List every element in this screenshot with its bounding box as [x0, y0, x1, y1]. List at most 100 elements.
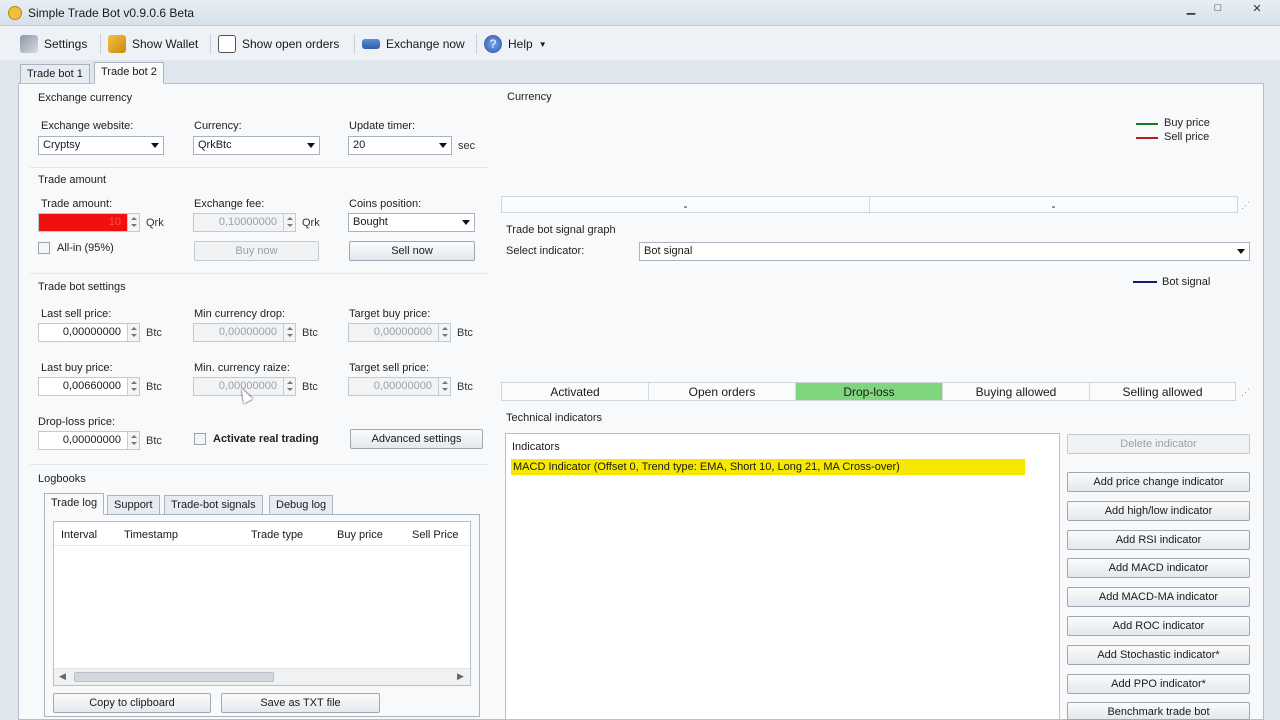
column-interval[interactable]: Interval: [61, 529, 97, 541]
help-button[interactable]: ? Help ▼: [484, 35, 547, 53]
column-trade-type[interactable]: Trade type: [251, 529, 303, 541]
spinner-arrows-icon[interactable]: [283, 214, 295, 231]
toolbar-separator: [210, 34, 211, 54]
tab-trade-bot-signals[interactable]: Trade-bot signals: [164, 495, 263, 515]
maximize-button[interactable]: □: [1205, 2, 1231, 20]
target-sell-price-input[interactable]: 0,00000000: [348, 377, 451, 396]
update-timer-select[interactable]: 20: [348, 136, 452, 155]
chevron-down-icon: [462, 220, 470, 225]
horizontal-scrollbar[interactable]: ◀ ▶: [54, 668, 470, 685]
drop-loss-price-input[interactable]: 0,00000000: [38, 431, 140, 450]
settings-button[interactable]: Settings: [20, 35, 87, 53]
column-buy-price[interactable]: Buy price: [337, 529, 383, 541]
resize-grip-icon[interactable]: ⋰: [1241, 200, 1250, 211]
add-stochastic-indicator-button[interactable]: Add Stochastic indicator*: [1067, 645, 1250, 665]
update-timer-value: 20: [353, 139, 366, 151]
add-ppo-indicator-button[interactable]: Add PPO indicator*: [1067, 674, 1250, 694]
list-item[interactable]: MACD Indicator (Offset 0, Trend type: EM…: [511, 459, 1025, 475]
tab-support[interactable]: Support: [107, 495, 160, 515]
exchange-currency-heading: Exchange currency: [38, 92, 133, 104]
chevron-down-icon: ▼: [538, 39, 547, 49]
tab-trade-log[interactable]: Trade log: [44, 493, 105, 515]
toolbar: Settings Show Wallet Show open orders Ex…: [0, 26, 1280, 60]
unit-btc: Btc: [146, 327, 162, 339]
spinner-arrows-icon[interactable]: [127, 214, 139, 231]
buy-now-button[interactable]: Buy now: [194, 241, 319, 261]
add-price-change-indicator-button[interactable]: Add price change indicator: [1067, 472, 1250, 492]
spinner-arrows-icon[interactable]: [283, 378, 295, 395]
currency-label: Currency:: [194, 120, 242, 132]
tab-trade-bot-2[interactable]: Trade bot 2: [94, 62, 164, 84]
spinner-arrows-icon[interactable]: [127, 324, 139, 341]
min-currency-drop-label: Min currency drop:: [194, 308, 286, 320]
scroll-right-icon[interactable]: ▶: [457, 671, 464, 682]
logbooks-heading: Logbooks: [38, 473, 86, 485]
tab-debug-log[interactable]: Debug log: [269, 495, 334, 515]
exchange-fee-input[interactable]: 0,10000000: [193, 213, 296, 232]
wallet-label: Show Wallet: [132, 37, 199, 51]
spinner-arrows-icon[interactable]: [438, 378, 450, 395]
trade-amount-unit: Qrk: [146, 217, 164, 229]
add-high-low-indicator-button[interactable]: Add high/low indicator: [1067, 501, 1250, 521]
scroll-left-icon[interactable]: ◀: [59, 671, 66, 682]
advanced-settings-button[interactable]: Advanced settings: [350, 429, 483, 449]
benchmark-trade-bot-button[interactable]: Benchmark trade bot: [1067, 702, 1250, 720]
app-icon: [8, 6, 22, 20]
tab-trade-bot-1[interactable]: Trade bot 1: [20, 64, 90, 84]
divider: [30, 464, 488, 465]
min-currency-drop-input[interactable]: 0,00000000: [193, 323, 296, 342]
coins-position-select[interactable]: Bought: [348, 213, 475, 232]
exchange-label: Exchange now: [386, 37, 465, 51]
spinner-arrows-icon[interactable]: [127, 378, 139, 395]
drop-loss-price-label: Drop-loss price:: [38, 416, 116, 428]
update-timer-label: Update timer:: [349, 120, 416, 132]
save-as-txt-button[interactable]: Save as TXT file: [221, 693, 380, 713]
exchange-fee-unit: Qrk: [302, 217, 320, 229]
target-buy-price-input[interactable]: 0,00000000: [348, 323, 451, 342]
add-macd-indicator-button[interactable]: Add MACD indicator: [1067, 558, 1250, 578]
settings-label: Settings: [44, 37, 88, 51]
column-sell-price[interactable]: Sell Price: [412, 529, 458, 541]
close-button[interactable]: ✕: [1244, 2, 1270, 20]
spinner-arrows-icon[interactable]: [438, 324, 450, 341]
exchange-website-label: Exchange website:: [41, 120, 134, 132]
toolbar-separator: [354, 34, 355, 54]
spinner-arrows-icon[interactable]: [283, 324, 295, 341]
all-in-checkbox[interactable]: [38, 242, 50, 254]
add-rsi-indicator-button[interactable]: Add RSI indicator: [1067, 530, 1250, 550]
coins-position-value: Bought: [353, 216, 388, 228]
last-buy-price-input[interactable]: 0,00660000: [38, 377, 140, 396]
exchange-now-button[interactable]: Exchange now: [362, 35, 465, 53]
currency-select[interactable]: QrkBtc: [193, 136, 320, 155]
select-indicator-value: Bot signal: [644, 245, 693, 257]
signal-graph-heading: Trade bot signal graph: [506, 224, 616, 236]
unit-btc: Btc: [457, 327, 473, 339]
trade-log-table[interactable]: Interval Timestamp Trade type Buy price …: [53, 521, 471, 686]
column-timestamp[interactable]: Timestamp: [124, 529, 178, 541]
trade-amount-input[interactable]: 10: [38, 213, 140, 232]
show-open-orders-button[interactable]: Show open orders: [218, 35, 339, 53]
activate-real-trading-checkbox[interactable]: [194, 433, 206, 445]
minimize-button[interactable]: ▁: [1178, 2, 1204, 20]
currency-value: QrkBtc: [198, 139, 232, 151]
add-roc-indicator-button[interactable]: Add ROC indicator: [1067, 616, 1250, 636]
resize-grip-icon[interactable]: ⋰: [1241, 387, 1250, 398]
target-buy-price-label: Target buy price:: [349, 308, 431, 320]
target-buy-price-value: 0,00000000: [373, 326, 432, 338]
exchange-website-value: Cryptsy: [43, 139, 81, 151]
orders-label: Show open orders: [242, 37, 340, 51]
spinner-arrows-icon[interactable]: [127, 432, 139, 449]
exchange-website-select[interactable]: Cryptsy: [38, 136, 164, 155]
activate-real-trading-label: Activate real trading: [213, 433, 319, 445]
copy-to-clipboard-button[interactable]: Copy to clipboard: [53, 693, 211, 713]
indicators-list[interactable]: Indicators MACD Indicator (Offset 0, Tre…: [505, 433, 1060, 720]
drop-loss-price-value: 0,00000000: [62, 434, 121, 446]
delete-indicator-button[interactable]: Delete indicator: [1067, 434, 1250, 454]
sell-now-button[interactable]: Sell now: [349, 241, 475, 261]
add-macd-ma-indicator-button[interactable]: Add MACD-MA indicator: [1067, 587, 1250, 607]
scrollbar-thumb[interactable]: [74, 672, 274, 682]
select-indicator-dropdown[interactable]: Bot signal: [639, 242, 1250, 261]
show-wallet-button[interactable]: Show Wallet: [108, 35, 198, 53]
last-sell-price-input[interactable]: 0,00000000: [38, 323, 140, 342]
toolbar-separator: [100, 34, 101, 54]
